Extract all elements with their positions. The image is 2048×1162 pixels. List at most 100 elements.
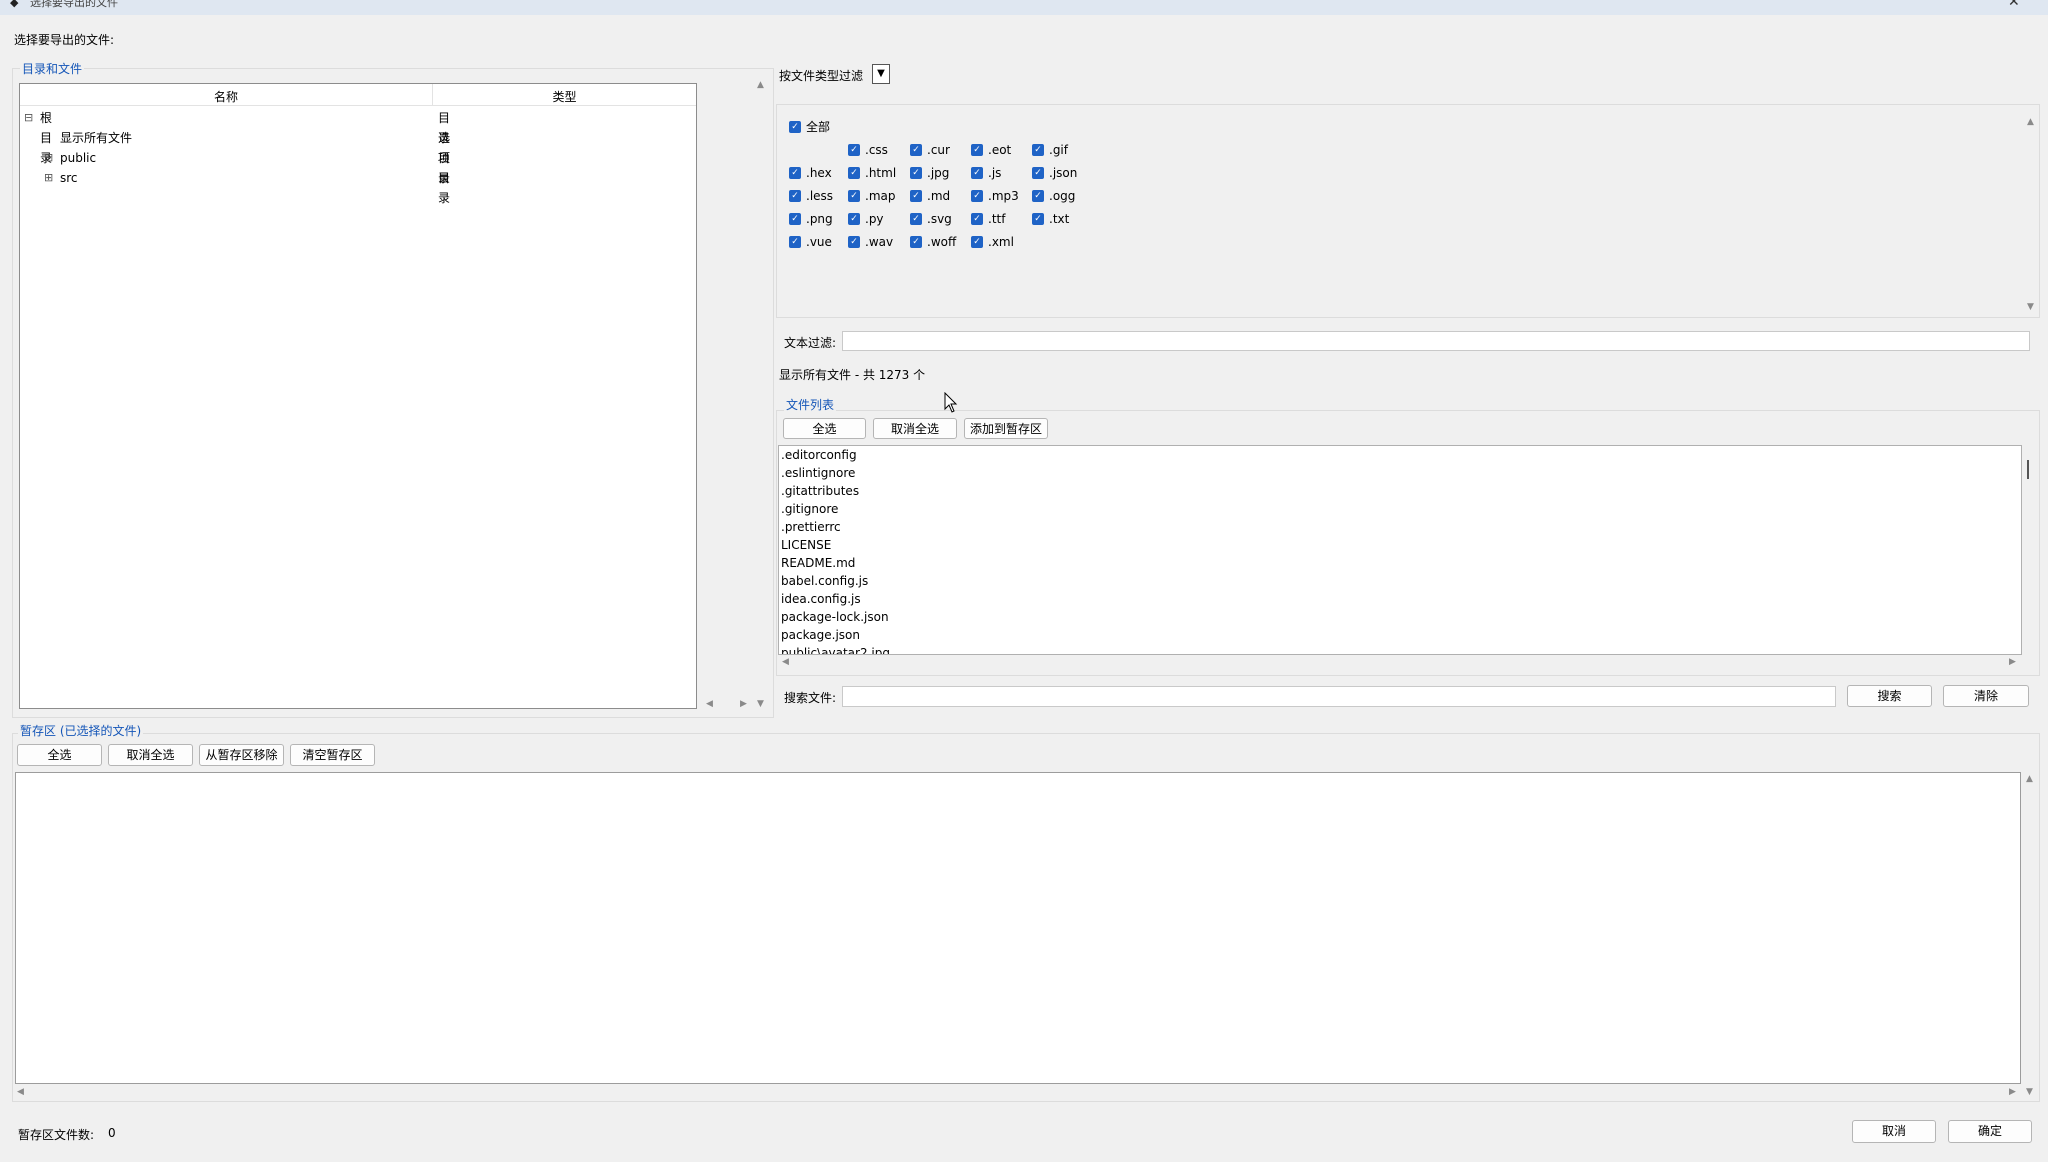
filter-extension-checkbox[interactable]: ✓ .map bbox=[848, 184, 895, 207]
search-button[interactable]: 搜索 bbox=[1847, 685, 1932, 707]
filter-extension-checkbox[interactable]: ✓ .js bbox=[971, 161, 1001, 184]
scroll-down-icon[interactable]: ▼ bbox=[2027, 302, 2034, 312]
expand-icon[interactable]: ⊞ bbox=[44, 168, 53, 188]
filter-extension-checkbox[interactable]: ✓ .hex bbox=[789, 161, 832, 184]
list-item[interactable]: public\avatar2.jpg bbox=[781, 644, 890, 654]
scroll-up-icon[interactable]: ▲ bbox=[2027, 117, 2034, 127]
filter-extension-checkbox[interactable]: ✓ .py bbox=[848, 207, 884, 230]
filter-extension-label: .xml bbox=[988, 234, 1014, 249]
list-item[interactable]: babel.config.js bbox=[781, 572, 890, 590]
list-item[interactable]: .editorconfig bbox=[781, 446, 890, 464]
checkbox-checked-icon: ✓ bbox=[848, 143, 860, 156]
checkbox-checked-icon: ✓ bbox=[971, 166, 983, 179]
text-filter-input[interactable] bbox=[842, 331, 2030, 351]
ok-button[interactable]: 确定 bbox=[1948, 1120, 2032, 1143]
list-item[interactable]: README.md bbox=[781, 554, 890, 572]
text-filter-label: 文本过滤: bbox=[784, 336, 837, 350]
staging-select-all-button[interactable]: 全选 bbox=[17, 744, 102, 766]
tree-view[interactable]: 名称 类型 ⊟ 根目录 目录 显示所有文件 选项 ⊞ public 目录 ⊞ s… bbox=[19, 83, 697, 709]
filter-extension-label: .html bbox=[865, 165, 897, 180]
filter-all-label: 全部 bbox=[806, 120, 831, 134]
filter-extension-checkbox[interactable]: ✓ .svg bbox=[910, 207, 952, 230]
filter-extension-checkbox[interactable]: ✓ .jpg bbox=[910, 161, 949, 184]
filter-extension-checkbox[interactable]: ✓ .txt bbox=[1032, 207, 1069, 230]
scroll-up-icon[interactable]: ▲ bbox=[757, 80, 764, 90]
list-item[interactable]: LICENSE bbox=[781, 536, 890, 554]
filter-extension-label: .vue bbox=[806, 234, 832, 249]
scroll-down-icon[interactable]: ▼ bbox=[757, 699, 764, 709]
scroll-left-icon[interactable]: ◀ bbox=[782, 657, 789, 667]
scroll-left-icon[interactable]: ◀ bbox=[17, 1087, 24, 1097]
checkbox-checked-icon: ✓ bbox=[971, 235, 983, 248]
checkbox-checked-icon: ✓ bbox=[910, 166, 922, 179]
filter-extension-checkbox[interactable]: ✓ .ogg bbox=[1032, 184, 1075, 207]
list-item[interactable]: .gitignore bbox=[781, 500, 890, 518]
search-input[interactable] bbox=[842, 686, 1836, 707]
filter-dropdown[interactable]: ▼ bbox=[872, 64, 890, 84]
tree-group-title: 目录和文件 bbox=[20, 60, 85, 77]
remove-from-staging-button[interactable]: 从暂存区移除 bbox=[199, 744, 284, 766]
collapse-icon[interactable]: ⊟ bbox=[24, 108, 33, 128]
scroll-right-icon[interactable]: ▶ bbox=[2009, 657, 2016, 667]
filter-all-checkbox[interactable]: ✓ 全部 bbox=[789, 115, 830, 138]
checkbox-checked-icon: ✓ bbox=[789, 212, 801, 225]
staging-deselect-all-button[interactable]: 取消全选 bbox=[108, 744, 193, 766]
filter-label: 按文件类型过滤 bbox=[779, 69, 864, 83]
scroll-left-icon[interactable]: ◀ bbox=[706, 699, 713, 709]
filter-extension-label: .cur bbox=[927, 142, 950, 157]
column-header-type[interactable]: 类型 bbox=[433, 88, 696, 105]
expand-icon[interactable]: ⊞ bbox=[44, 148, 53, 168]
scrollbar-thumb[interactable] bbox=[2027, 460, 2029, 479]
clear-staging-button[interactable]: 清空暂存区 bbox=[290, 744, 375, 766]
filter-extension-checkbox[interactable]: ✓ .md bbox=[910, 184, 950, 207]
filter-extension-checkbox[interactable]: ✓ .vue bbox=[789, 230, 832, 253]
filter-extension-checkbox[interactable]: ✓ .eot bbox=[971, 138, 1011, 161]
filter-extension-checkbox[interactable]: ✓ .html bbox=[848, 161, 896, 184]
filter-extension-label: .less bbox=[806, 188, 834, 203]
filter-extension-label: .gif bbox=[1049, 142, 1068, 157]
filter-extension-checkbox[interactable]: ✓ .cur bbox=[910, 138, 950, 161]
filter-extension-checkbox[interactable]: ✓ .mp3 bbox=[971, 184, 1019, 207]
add-to-staging-button[interactable]: 添加到暂存区 bbox=[964, 418, 1048, 439]
filter-extension-label: .ttf bbox=[988, 211, 1006, 226]
cancel-button[interactable]: 取消 bbox=[1852, 1120, 1936, 1143]
filter-extension-checkbox[interactable]: ✓ .css bbox=[848, 138, 888, 161]
filter-extension-checkbox[interactable]: ✓ .json bbox=[1032, 161, 1077, 184]
select-all-button[interactable]: 全选 bbox=[783, 418, 866, 439]
list-item[interactable]: package.json bbox=[781, 626, 890, 644]
filter-extension-label: .py bbox=[865, 211, 884, 226]
checkbox-checked-icon: ✓ bbox=[971, 212, 983, 225]
checkbox-checked-icon: ✓ bbox=[848, 235, 860, 248]
filter-extension-checkbox[interactable]: ✓ .gif bbox=[1032, 138, 1068, 161]
filter-extension-label: .js bbox=[988, 165, 1002, 180]
app-icon: ◆ bbox=[10, 0, 19, 9]
filter-extension-label: .map bbox=[865, 188, 896, 203]
tree-row-name: 显示所有文件 bbox=[60, 131, 133, 145]
file-list[interactable]: .editorconfig .eslintignore .gitattributes… bbox=[778, 445, 2022, 655]
checkbox-checked-icon: ✓ bbox=[848, 166, 860, 179]
checkbox-checked-icon: ✓ bbox=[789, 120, 801, 133]
list-item[interactable]: idea.config.js bbox=[781, 590, 890, 608]
filter-extension-checkbox[interactable]: ✓ .less bbox=[789, 184, 833, 207]
filter-extension-checkbox[interactable]: ✓ .wav bbox=[848, 230, 893, 253]
close-icon[interactable]: ✕ bbox=[2008, 0, 2020, 10]
filter-extension-checkbox[interactable]: ✓ .png bbox=[789, 207, 833, 230]
scroll-down-icon[interactable]: ▼ bbox=[2026, 1087, 2033, 1097]
list-item[interactable]: .prettierrc bbox=[781, 518, 890, 536]
file-count-status: 显示所有文件 - 共 1273 个 bbox=[779, 368, 926, 382]
list-item[interactable]: .gitattributes bbox=[781, 482, 890, 500]
staging-list[interactable] bbox=[15, 772, 2021, 1084]
filter-extension-checkbox[interactable]: ✓ .woff bbox=[910, 230, 956, 253]
filter-extension-checkbox[interactable]: ✓ .xml bbox=[971, 230, 1014, 253]
checkbox-checked-icon: ✓ bbox=[971, 143, 983, 156]
clear-button[interactable]: 清除 bbox=[1943, 685, 2029, 707]
list-item[interactable]: .eslintignore bbox=[781, 464, 890, 482]
filter-extension-checkbox[interactable]: ✓ .ttf bbox=[971, 207, 1005, 230]
deselect-all-button[interactable]: 取消全选 bbox=[873, 418, 957, 439]
column-header-name[interactable]: 名称 bbox=[20, 88, 432, 105]
scroll-up-icon[interactable]: ▲ bbox=[2026, 774, 2033, 784]
list-item[interactable]: package-lock.json bbox=[781, 608, 890, 626]
file-list-title: 文件列表 bbox=[784, 396, 837, 413]
scroll-right-icon[interactable]: ▶ bbox=[2009, 1087, 2016, 1097]
scroll-right-icon[interactable]: ▶ bbox=[740, 699, 747, 709]
